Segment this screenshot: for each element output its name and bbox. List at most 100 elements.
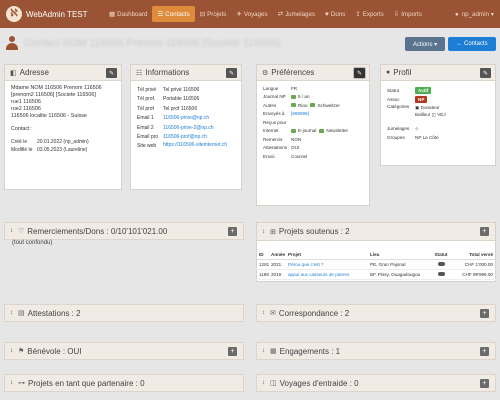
address-line: [prenom2 116506] [Societe 116506]	[11, 92, 96, 98]
brand[interactable]: ℵ WebAdmin TEST	[0, 0, 104, 28]
panel-title: Profil	[393, 68, 412, 77]
sort-handle-icon[interactable]: ↕	[10, 348, 13, 354]
address-line: 116506 localite 116506 - Suisse	[11, 113, 87, 119]
nav-item-dons[interactable]: ♥ Dons	[320, 6, 350, 22]
preference-row: Reçus pour	[263, 118, 363, 127]
nav-item-exports[interactable]: ⇪ Exports	[350, 6, 388, 22]
sort-handle-icon[interactable]: ↕	[262, 380, 265, 386]
nav-item-voyages[interactable]: ✈ Voyages	[231, 6, 272, 22]
back-to-contacts-button[interactable]: ← Contacts	[448, 37, 496, 51]
add-benevole-button[interactable]: +	[228, 347, 237, 356]
actions-button[interactable]: Actions ▾	[405, 37, 445, 51]
nav-item-label: Voyages	[243, 10, 268, 18]
panel-header: ● Profil ✎	[381, 65, 495, 81]
field-label: Attestations	[263, 145, 288, 151]
preference-row: Journal NP 5 / an	[263, 93, 363, 102]
panel-benevole[interactable]: ↕ ⚑ Bénévole : OUI +	[4, 342, 244, 360]
panel-informations: ☷ Informations ✎ Tél privé Tel privé 1165…	[130, 64, 242, 190]
panel-remerciements[interactable]: ↕ ♡ Remerciements/Dons : 0/10'101'021.00…	[4, 222, 244, 240]
project-link[interactable]: appui aux casseurs de pierres	[288, 272, 370, 277]
field-label: Tél privé	[137, 87, 157, 93]
nav-item-imports[interactable]: ⇩ Imports	[389, 6, 427, 22]
field-label: Tél prof	[137, 105, 154, 112]
add-remerciement-button[interactable]: +	[228, 227, 237, 236]
info-link[interactable]: 116506-prof@np.ch	[163, 133, 235, 141]
sort-handle-icon[interactable]: ↕	[10, 310, 13, 316]
address-line: rue1 116506	[11, 99, 41, 105]
preference-link[interactable]: [999999]	[291, 111, 309, 116]
preference-value: 5 / an	[298, 94, 310, 100]
field-label: Autres	[263, 102, 277, 108]
panel-voyages[interactable]: ↕ ◫ Voyages d'entraide : 0 +	[256, 374, 496, 392]
hand-heart-icon: ♡	[18, 228, 25, 235]
preference-values: Courriel	[291, 154, 307, 159]
chevron-down-icon: ▾	[490, 10, 494, 18]
info-link[interactable]: 116506-prive-2@np.ch	[163, 124, 235, 132]
sort-handle-icon[interactable]: ↕	[262, 229, 265, 235]
truck-icon: ◫	[431, 112, 436, 117]
preference-row: Envoi Courriel	[263, 152, 363, 161]
field-label: Envoi	[263, 153, 275, 159]
preference-values: NON	[291, 137, 301, 142]
info-row: Email 1 116506-prive@np.ch	[137, 114, 235, 122]
info-link[interactable]: 116506-prive@np.ch	[163, 114, 235, 122]
edit-informations-button[interactable]: ✎	[226, 68, 237, 78]
info-row: Tél prof. Portable 116506	[137, 95, 235, 103]
sort-handle-icon[interactable]: ↕	[10, 380, 13, 386]
add-engagement-button[interactable]: +	[480, 347, 489, 356]
nav-imports-icon: ⇩	[393, 11, 400, 18]
column-header: Année	[271, 252, 286, 257]
preference-values: OUI	[291, 145, 299, 150]
field-label: Internet	[263, 128, 279, 134]
add-projet-button[interactable]: +	[480, 227, 489, 236]
preference-row: Remercis NON	[263, 135, 363, 144]
column-header: Statut	[434, 252, 448, 257]
sort-handle-icon[interactable]: ↕	[10, 228, 13, 234]
nav-item-contacts[interactable]: ☰ Contacts	[152, 6, 195, 22]
panel-engagements[interactable]: ↕ ▦ Engagements : 1 +	[256, 342, 496, 360]
column-header: Projet	[288, 252, 302, 257]
categories-list: ▣ Donateur Bailleur ◫ VEJ	[415, 104, 489, 118]
brand-logo: ℵ	[6, 6, 22, 22]
status-dot-icon	[291, 128, 296, 133]
edit-profil-button[interactable]: ✎	[480, 68, 491, 78]
info-row: Tél prof Tel prof 116506	[137, 105, 235, 113]
info-list-icon: ☷	[136, 69, 143, 77]
user-menu[interactable]: ● np_admin ▾	[455, 0, 494, 28]
panel-title: Voyages d'entraide : 0	[279, 378, 359, 388]
panel-partenaire[interactable]: ↕ ⊶ Projets en tant que partenaire : 0	[4, 374, 244, 392]
panel-title: Adresse	[19, 68, 49, 77]
profil-assoc-row: Assoc NP	[387, 95, 489, 104]
nav-item-jumelages[interactable]: ⇄ Jumelages	[273, 6, 320, 22]
status-dot-icon	[319, 128, 325, 133]
preference-value: Courriel	[291, 153, 308, 159]
preference-value: FR	[291, 85, 298, 91]
panel-title: Remerciements/Dons : 0/10'101'021.00	[27, 226, 168, 236]
panel-correspondance[interactable]: ↕ ✉ Correspondance : 2 +	[256, 304, 496, 322]
project-link[interactable]: Pérou que c'est ?	[288, 262, 370, 267]
nav-item-label: Exports	[362, 10, 384, 18]
handshake-icon: ⊶	[18, 380, 25, 387]
nav-item-projets[interactable]: ⊟ Projets	[195, 6, 232, 22]
certificate-icon: ▤	[18, 310, 25, 317]
add-correspondance-button[interactable]: +	[480, 309, 489, 318]
cell-id: 1281	[259, 262, 270, 267]
panel-adresse: ◧ Adresse ✎ Mdame NOM 116506 Prenom 1165…	[4, 64, 122, 190]
nav-item-dashboard[interactable]: ▦ Dashboard	[104, 6, 152, 22]
info-link[interactable]: https://116506-siteinternet.ch	[163, 142, 235, 150]
edit-preferences-button[interactable]: ✎	[354, 68, 365, 78]
nav-jumelages-icon: ⇄	[277, 11, 284, 18]
field-label: Statut	[387, 88, 400, 93]
add-voyage-button[interactable]: +	[480, 379, 489, 388]
preference-values: 5 / an	[291, 94, 310, 99]
preferences-list: Langue FR Journal NP 5 / an Autres Riou Schwei…	[257, 81, 369, 165]
sort-handle-icon[interactable]: ↕	[262, 348, 265, 354]
edit-adresse-button[interactable]: ✎	[106, 68, 117, 78]
table-row: 1281 2021 Pérou que c'est ? PE, Gran Pajona…	[256, 260, 496, 270]
field-label: Langue	[263, 85, 279, 91]
field-value: 03.05.2023 (Laureline)	[37, 147, 88, 153]
sort-handle-icon[interactable]: ↕	[262, 310, 265, 316]
panel-attestations[interactable]: ↕ ▤ Attestations : 2	[4, 304, 244, 322]
preference-values: Riou Schweitzer	[291, 103, 340, 108]
category-tag: Donateur	[420, 105, 440, 110]
